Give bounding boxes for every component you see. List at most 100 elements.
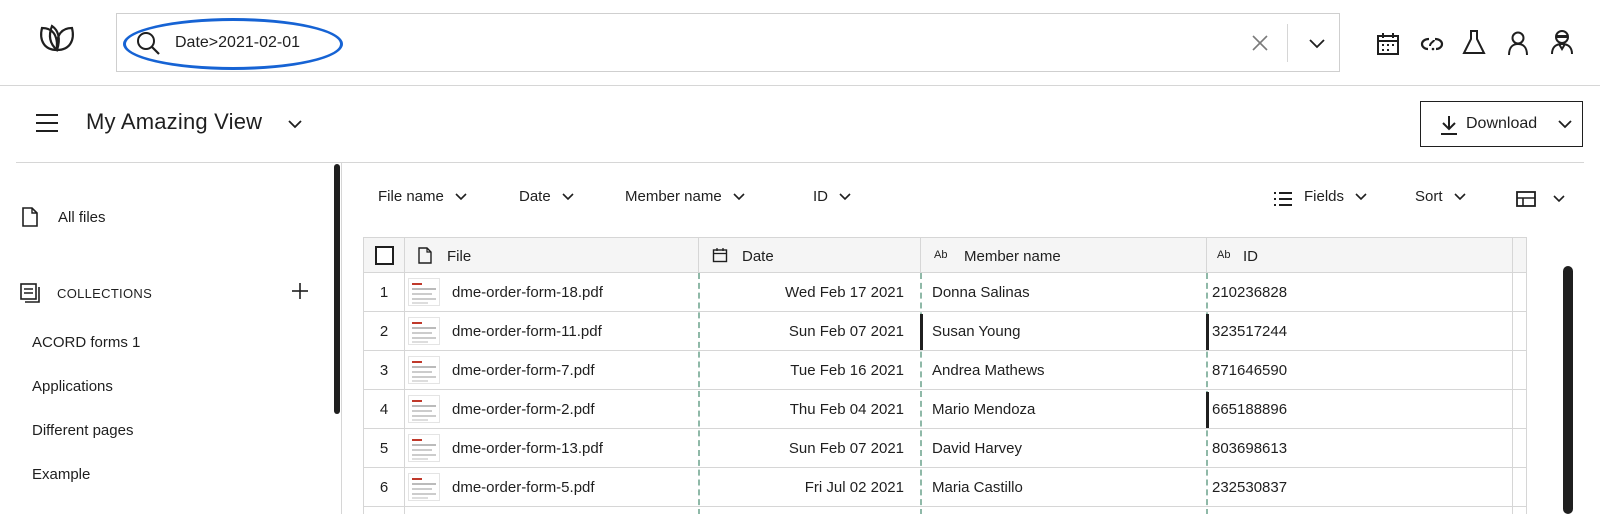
sidebar-item-collection[interactable]: Applications [32, 378, 113, 395]
chevron-down-icon[interactable] [286, 117, 304, 131]
calendar-icon [712, 248, 728, 263]
download-label: Download [1466, 115, 1538, 132]
document-thumbnail [408, 434, 440, 462]
sidebar-scrollbar[interactable] [334, 164, 340, 414]
table-row[interactable]: 4 dme-order-form-2.pdf Thu Feb 04 2021 Mari… [364, 390, 1526, 429]
filter-file-name[interactable]: File name [378, 188, 468, 205]
table-row[interactable]: 3 dme-order-form-7.pdf Tue Feb 16 2021 Andr… [364, 351, 1526, 390]
column-header-id[interactable]: Ab ID [1206, 238, 1512, 273]
sidebar-item-collection[interactable]: Different pages [32, 422, 133, 439]
chevron-down-icon [839, 193, 851, 201]
column-separator [920, 238, 921, 273]
document-thumbnail [408, 317, 440, 345]
document-thumbnail [408, 395, 440, 423]
filter-label: ID [813, 188, 828, 205]
column-header-member-name[interactable]: Ab Member name [920, 238, 1206, 273]
close-icon[interactable] [1249, 32, 1271, 54]
cell-cursor-marker [920, 314, 923, 350]
download-button[interactable]: Download [1420, 101, 1583, 147]
row-number: 3 [379, 362, 389, 379]
column-header-date[interactable]: Date [698, 238, 920, 273]
filter-id[interactable]: ID [813, 188, 852, 205]
logo-leaf-icon[interactable] [36, 20, 78, 60]
list-icon [1274, 192, 1292, 206]
file-name-cell[interactable]: dme-order-form-18.pdf [452, 273, 603, 312]
sidebar-item-collection[interactable]: Example [32, 466, 90, 483]
link-icon[interactable] [1418, 30, 1446, 58]
file-name-cell[interactable]: dme-order-form-7.pdf [452, 351, 595, 390]
document-thumbnail [408, 473, 440, 501]
filter-label: Date [519, 188, 551, 205]
id-cell: 210236828 [1212, 284, 1288, 301]
column-label: File [447, 248, 472, 265]
row-number: 6 [379, 479, 389, 496]
sidebar-item-collection[interactable]: ACORD forms 1 [32, 334, 140, 351]
download-icon [1441, 116, 1457, 135]
plus-icon[interactable] [290, 281, 310, 301]
chevron-down-icon [455, 193, 467, 201]
chevron-down-icon[interactable] [1552, 194, 1566, 204]
date-cell: Fri Jul 02 2021 [804, 479, 904, 496]
fields-button[interactable]: Fields [1304, 188, 1368, 205]
row-number: 5 [379, 440, 389, 457]
cell-cursor-marker [1206, 314, 1209, 350]
column-separator [1206, 238, 1207, 273]
calendar-icon[interactable] [1374, 30, 1402, 58]
row-number: 4 [379, 401, 389, 418]
agent-icon[interactable] [1548, 28, 1576, 56]
table-row[interactable]: 6 dme-order-form-5.pdf Fri Jul 02 2021 Mari… [364, 468, 1526, 507]
filter-date[interactable]: Date [519, 188, 575, 205]
sidebar-item-label: All files [58, 209, 106, 226]
member-name-cell: Donna Salinas [932, 284, 1030, 301]
table-row[interactable]: 5 dme-order-form-13.pdf Sun Feb 07 2021 Dav… [364, 429, 1526, 468]
column-header-file[interactable]: File [404, 238, 694, 273]
search-input[interactable] [175, 24, 1175, 62]
table-row[interactable]: 2 dme-order-form-11.pdf Sun Feb 07 2021 Sus… [364, 312, 1526, 351]
search-bar [116, 13, 1340, 72]
user-icon[interactable] [1504, 29, 1532, 57]
layout-icon[interactable] [1516, 190, 1536, 208]
chevron-down-icon [733, 193, 745, 201]
id-cell: 665188896 [1212, 401, 1288, 418]
select-all-checkbox[interactable] [375, 246, 394, 265]
cell-cursor-marker [1206, 392, 1209, 428]
member-name-cell: Mario Mendoza [932, 401, 1036, 418]
row-number: 2 [379, 323, 389, 340]
sort-button[interactable]: Sort [1415, 188, 1467, 205]
member-name-cell: Maria Castillo [932, 479, 1023, 496]
member-name-cell: David Harvey [932, 440, 1023, 457]
text-type-badge: Ab [934, 249, 948, 261]
view-title[interactable]: My Amazing View [86, 109, 262, 135]
date-cell: Sun Feb 07 2021 [788, 323, 904, 340]
file-name-cell[interactable]: dme-order-form-2.pdf [452, 390, 595, 429]
top-bar [0, 0, 1600, 86]
chevron-down-icon [1355, 193, 1367, 201]
document-thumbnail [408, 278, 440, 306]
filter-member-name[interactable]: Member name [625, 188, 746, 205]
chevron-down-icon [562, 193, 574, 201]
id-cell: 871646590 [1212, 362, 1288, 379]
date-cell: Wed Feb 17 2021 [785, 284, 904, 301]
file-name-cell[interactable]: dme-order-form-11.pdf [452, 312, 602, 351]
collections-icon [20, 283, 40, 303]
column-separator [698, 238, 699, 273]
fields-label: Fields [1304, 188, 1345, 205]
file-icon [418, 247, 432, 264]
row-number: 1 [379, 284, 389, 301]
filter-label: File name [378, 188, 444, 205]
flask-icon[interactable] [1460, 28, 1488, 56]
table-scrollbar[interactable] [1563, 266, 1573, 514]
text-type-badge: Ab [1217, 249, 1231, 261]
table-header: File Date Ab Member name Ab ID [364, 238, 1526, 273]
collections-heading: COLLECTIONS [57, 286, 153, 301]
file-icon [22, 207, 38, 227]
column-label: Member name [964, 248, 1061, 265]
member-name-cell: Susan Young [932, 323, 1021, 340]
file-name-cell[interactable]: dme-order-form-13.pdf [452, 429, 603, 468]
file-name-cell[interactable]: dme-order-form-5.pdf [452, 468, 595, 507]
table-row[interactable]: 1 dme-order-form-18.pdf Wed Feb 17 2021 Don… [364, 273, 1526, 312]
sort-label: Sort [1415, 188, 1443, 205]
chevron-down-icon[interactable] [1305, 32, 1329, 54]
hamburger-menu-icon[interactable] [34, 112, 60, 134]
member-name-cell: Andrea Mathews [932, 362, 1045, 379]
